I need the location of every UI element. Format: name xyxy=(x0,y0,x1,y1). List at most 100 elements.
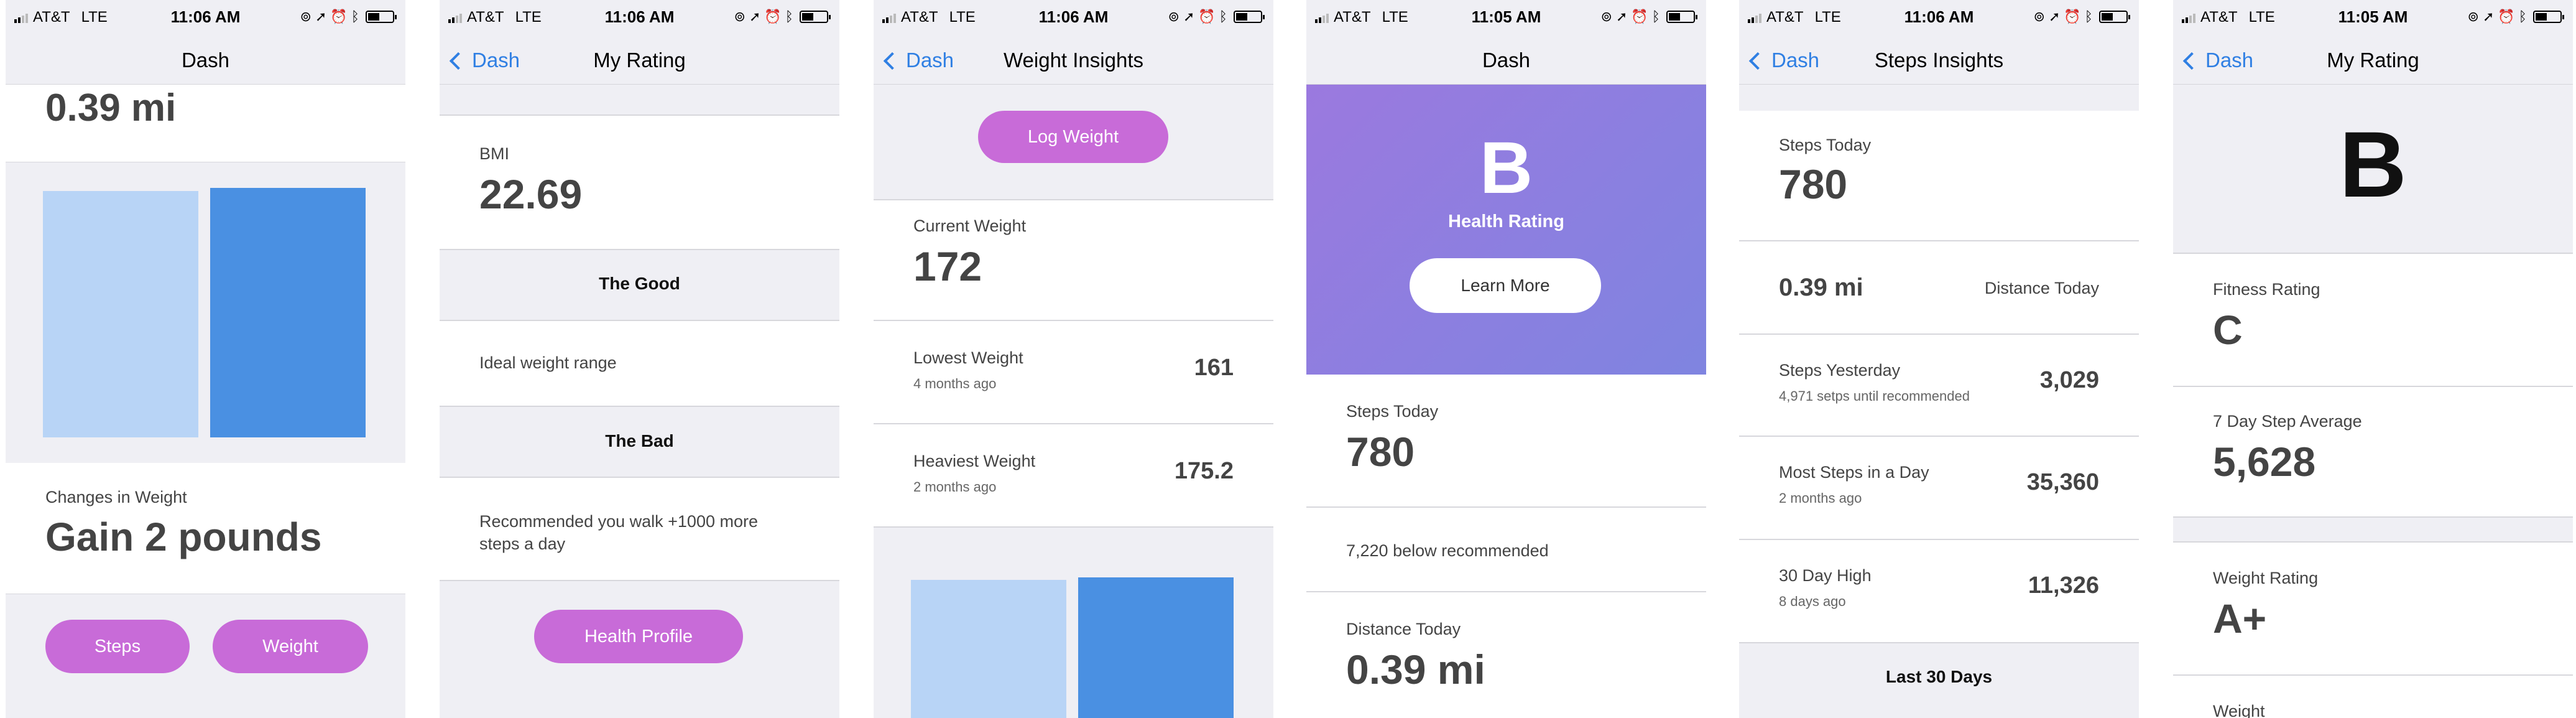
lowest-weight-sub: 4 months ago xyxy=(913,376,997,391)
thirty-day-high-label: 30 Day High xyxy=(1779,566,1872,585)
alarm-icon: ⏰ xyxy=(764,9,782,24)
heaviest-weight-value: 175.2 xyxy=(1174,458,1234,484)
nav-bar: Dash xyxy=(1306,36,1706,85)
steps-yesterday-label: Steps Yesterday xyxy=(1779,361,1901,380)
location-icon: ➚ xyxy=(1183,9,1195,24)
bmi-label: BMI xyxy=(479,144,510,163)
location-icon: ➚ xyxy=(1615,9,1628,24)
page-title: Dash xyxy=(1482,49,1531,72)
bad-text: Recommended you walk +1000 more steps a … xyxy=(479,512,758,553)
overall-grade: B xyxy=(2339,112,2407,217)
steps-today-label: Steps Today xyxy=(1346,402,1439,421)
bluetooth-icon: ᛒ xyxy=(785,9,793,24)
battery-icon xyxy=(2533,11,2564,23)
nav-bar: Dash Weight Insights xyxy=(874,36,1273,85)
lock-rotation-icon: ⊚ xyxy=(1168,9,1180,24)
battery-icon xyxy=(1234,11,1265,23)
distance-value: 0.39 mi xyxy=(45,86,177,129)
changes-value: Gain 2 pounds xyxy=(45,515,322,559)
steps-today-value: 780 xyxy=(1779,161,1848,207)
thirty-day-high-value: 11,326 xyxy=(2028,572,2099,599)
steps-today-value: 780 xyxy=(1346,429,1415,475)
learn-more-button[interactable]: Learn More xyxy=(1410,258,1601,313)
location-icon: ➚ xyxy=(749,9,761,24)
fitness-rating-value: C xyxy=(2213,307,2243,353)
bluetooth-icon: ᛒ xyxy=(2518,9,2527,24)
bluetooth-icon: ᛒ xyxy=(1219,9,1227,24)
lock-rotation-icon: ⊚ xyxy=(1600,9,1612,24)
step-average-value: 5,628 xyxy=(2213,439,2316,485)
changes-label: Changes in Weight xyxy=(45,488,187,506)
nav-bar: Dash My Rating xyxy=(2173,36,2573,85)
screen-dash-rating: AT&T LTE 11:05 AM ⊚ ➚ ⏰ ᛒ Dash B Health Rati… xyxy=(1306,0,1706,718)
health-rating-card: B Health Rating Learn More xyxy=(1306,85,1706,375)
weight-button[interactable]: Weight xyxy=(213,620,368,673)
weight-chart xyxy=(6,162,405,463)
step-average-label: 7 Day Step Average xyxy=(2213,412,2362,431)
thirty-day-high-sub: 8 days ago xyxy=(1779,594,1846,609)
chart-bar-current xyxy=(1078,577,1234,718)
status-bar: AT&T LTE 11:05 AM ⊚ ➚ ⏰ ᛒ xyxy=(2173,0,2573,36)
lock-rotation-icon: ⊚ xyxy=(2467,9,2479,24)
steps-yesterday-sub: 4,971 setps until recommended xyxy=(1779,388,1970,404)
battery-icon xyxy=(1666,11,1697,23)
alarm-icon: ⏰ xyxy=(1198,9,1216,24)
battery-icon xyxy=(366,11,397,23)
bluetooth-icon: ᛒ xyxy=(2084,9,2093,24)
most-steps-label: Most Steps in a Day xyxy=(1779,463,1929,482)
status-bar: AT&T LTE 11:06 AM ⊚ ➚ ⏰ ᛒ xyxy=(6,0,405,36)
lock-rotation-icon: ⊚ xyxy=(734,9,746,24)
steps-today-label: Steps Today xyxy=(1779,136,1872,154)
good-text: Ideal weight range xyxy=(479,353,617,372)
alarm-icon: ⏰ xyxy=(330,9,348,24)
distance-today-value: 0.39 mi xyxy=(1779,274,1863,301)
status-bar: AT&T LTE 11:06 AM ⊚ ➚ ⏰ ᛒ xyxy=(440,0,839,36)
battery-icon xyxy=(800,11,831,23)
steps-yesterday-value: 3,029 xyxy=(2039,367,2099,393)
current-weight-label: Current Weight xyxy=(913,217,1027,235)
last-30-days-header: Last 30 Days xyxy=(1885,667,1993,686)
bmi-value: 22.69 xyxy=(479,171,583,217)
alarm-icon: ⏰ xyxy=(1631,9,1648,24)
heaviest-weight-label: Heaviest Weight xyxy=(913,452,1036,470)
bad-header: The Bad xyxy=(605,431,674,450)
log-weight-button[interactable]: Log Weight xyxy=(978,111,1168,163)
nav-bar: Dash xyxy=(6,36,405,85)
lock-rotation-icon: ⊚ xyxy=(2033,9,2045,24)
distance-today-label: Distance Today xyxy=(1346,620,1461,638)
screen-my-rating-bmi: AT&T LTE 11:06 AM ⊚ ➚ ⏰ ᛒ Dash My Rating BMI… xyxy=(440,0,839,718)
location-icon: ➚ xyxy=(2048,9,2061,24)
bluetooth-icon: ᛒ xyxy=(351,9,359,24)
battery-icon xyxy=(2099,11,2130,23)
status-bar: AT&T LTE 11:05 AM ⊚ ➚ ⏰ ᛒ xyxy=(1306,0,1706,36)
distance-today-value: 0.39 mi xyxy=(1346,646,1485,692)
weight-rating-label: Weight Rating xyxy=(2213,569,2319,587)
location-icon: ➚ xyxy=(2482,9,2495,24)
alarm-icon: ⏰ xyxy=(2498,9,2515,24)
below-recommended-text: 7,220 below recommended xyxy=(1346,541,1549,560)
page-title: My Rating xyxy=(593,49,686,72)
lock-rotation-icon: ⊚ xyxy=(300,9,312,24)
page-title: Steps Insights xyxy=(1874,49,2004,72)
page-title: Weight Insights xyxy=(1003,49,1143,72)
chart-bar-previous xyxy=(911,580,1066,718)
alarm-icon: ⏰ xyxy=(2064,9,2081,24)
nav-bar: Dash Steps Insights xyxy=(1739,36,2139,85)
page-title: Dash xyxy=(181,49,230,72)
distance-today-label: Distance Today xyxy=(1984,279,2099,297)
fitness-rating-label: Fitness Rating xyxy=(2213,280,2320,299)
chart-bar-current xyxy=(210,188,366,437)
health-grade: B xyxy=(1479,127,1533,209)
good-header: The Good xyxy=(599,274,680,293)
most-steps-value: 35,360 xyxy=(2026,469,2099,495)
status-bar: AT&T LTE 11:06 AM ⊚ ➚ ⏰ ᛒ xyxy=(1739,0,2139,36)
health-rating-label: Health Rating xyxy=(1448,212,1564,231)
lowest-weight-label: Lowest Weight xyxy=(913,348,1023,367)
status-bar: AT&T LTE 11:06 AM ⊚ ➚ ⏰ ᛒ xyxy=(874,0,1273,36)
screen-steps-insights: AT&T LTE 11:06 AM ⊚ ➚ ⏰ ᛒ Dash Steps Insight… xyxy=(1739,0,2139,718)
screen-dash-weight: AT&T LTE 11:06 AM ⊚ ➚ ⏰ ᛒ Dash 0.39 mi Chang… xyxy=(6,0,405,718)
weight-rating-value: A+ xyxy=(2213,595,2267,641)
health-profile-button[interactable]: Health Profile xyxy=(534,610,743,663)
screen-my-rating-grades: AT&T LTE 11:05 AM ⊚ ➚ ⏰ ᛒ Dash My Rating B F… xyxy=(2173,0,2573,718)
steps-button[interactable]: Steps xyxy=(45,620,190,673)
